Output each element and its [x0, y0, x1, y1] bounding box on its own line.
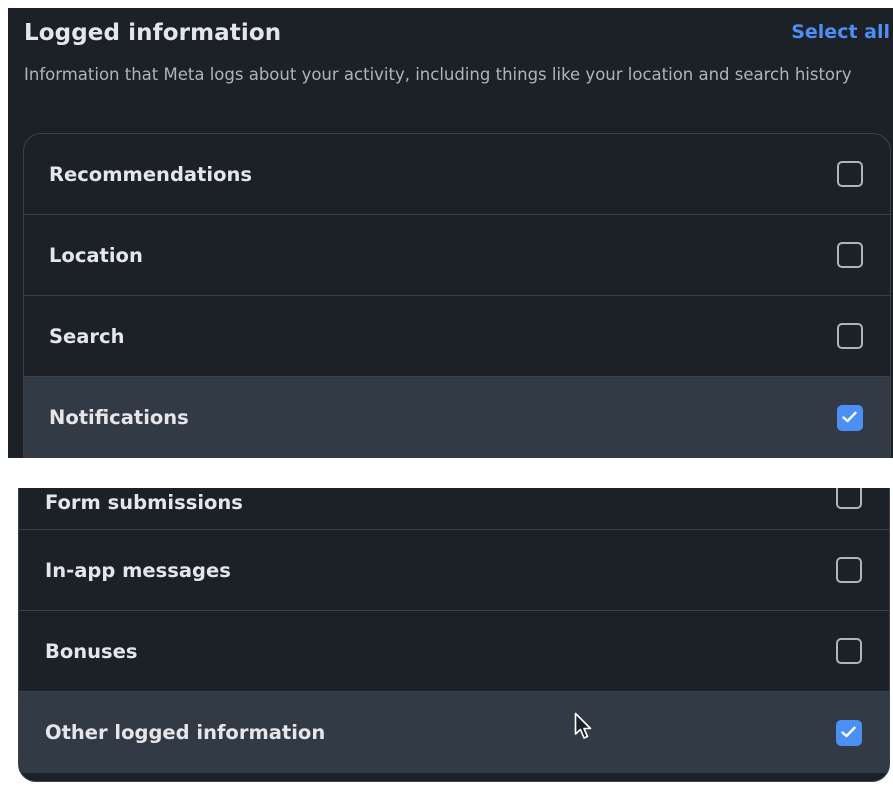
section-title: Logged information [24, 20, 282, 46]
option-label: Location [49, 243, 143, 267]
option-row-form-submissions[interactable]: Form submissions [19, 488, 889, 530]
option-label: Notifications [49, 406, 189, 429]
checkbox-checked[interactable] [837, 404, 863, 431]
section-description: Information that Meta logs about your ac… [24, 65, 852, 84]
checkmark-icon [841, 726, 856, 737]
option-label: Search [49, 324, 125, 348]
checkbox[interactable] [836, 557, 862, 583]
options-list-continued: Form submissions In-app messages Bonuses… [18, 488, 890, 782]
option-row-other-logged-information[interactable]: Other logged information [19, 692, 889, 773]
checkbox[interactable] [837, 242, 863, 268]
select-all-link[interactable]: Select all [791, 21, 890, 43]
option-label: Recommendations [49, 162, 252, 186]
checkbox[interactable] [837, 323, 863, 349]
option-label: Form submissions [45, 491, 243, 514]
option-row-search[interactable]: Search [24, 296, 890, 377]
options-list: Recommendations Location Search Notifica… [23, 133, 891, 458]
checkbox[interactable] [836, 488, 862, 509]
checkmark-icon [842, 411, 857, 422]
option-label: Bonuses [45, 639, 138, 663]
checkbox-checked[interactable] [836, 719, 862, 746]
option-row-notifications[interactable]: Notifications [24, 377, 890, 458]
option-row-bonuses[interactable]: Bonuses [19, 611, 889, 692]
settings-panel-bottom: Form submissions In-app messages Bonuses… [8, 488, 893, 786]
option-row-recommendations[interactable]: Recommendations [24, 134, 890, 215]
mouse-pointer-icon [574, 712, 592, 739]
option-label: In-app messages [45, 558, 231, 582]
checkbox[interactable] [836, 638, 862, 664]
option-row-in-app-messages[interactable]: In-app messages [19, 530, 889, 611]
settings-panel-top: Logged information Select all Informatio… [8, 8, 893, 458]
option-row-location[interactable]: Location [24, 215, 890, 296]
checkbox[interactable] [837, 161, 863, 187]
option-label: Other logged information [45, 721, 326, 744]
